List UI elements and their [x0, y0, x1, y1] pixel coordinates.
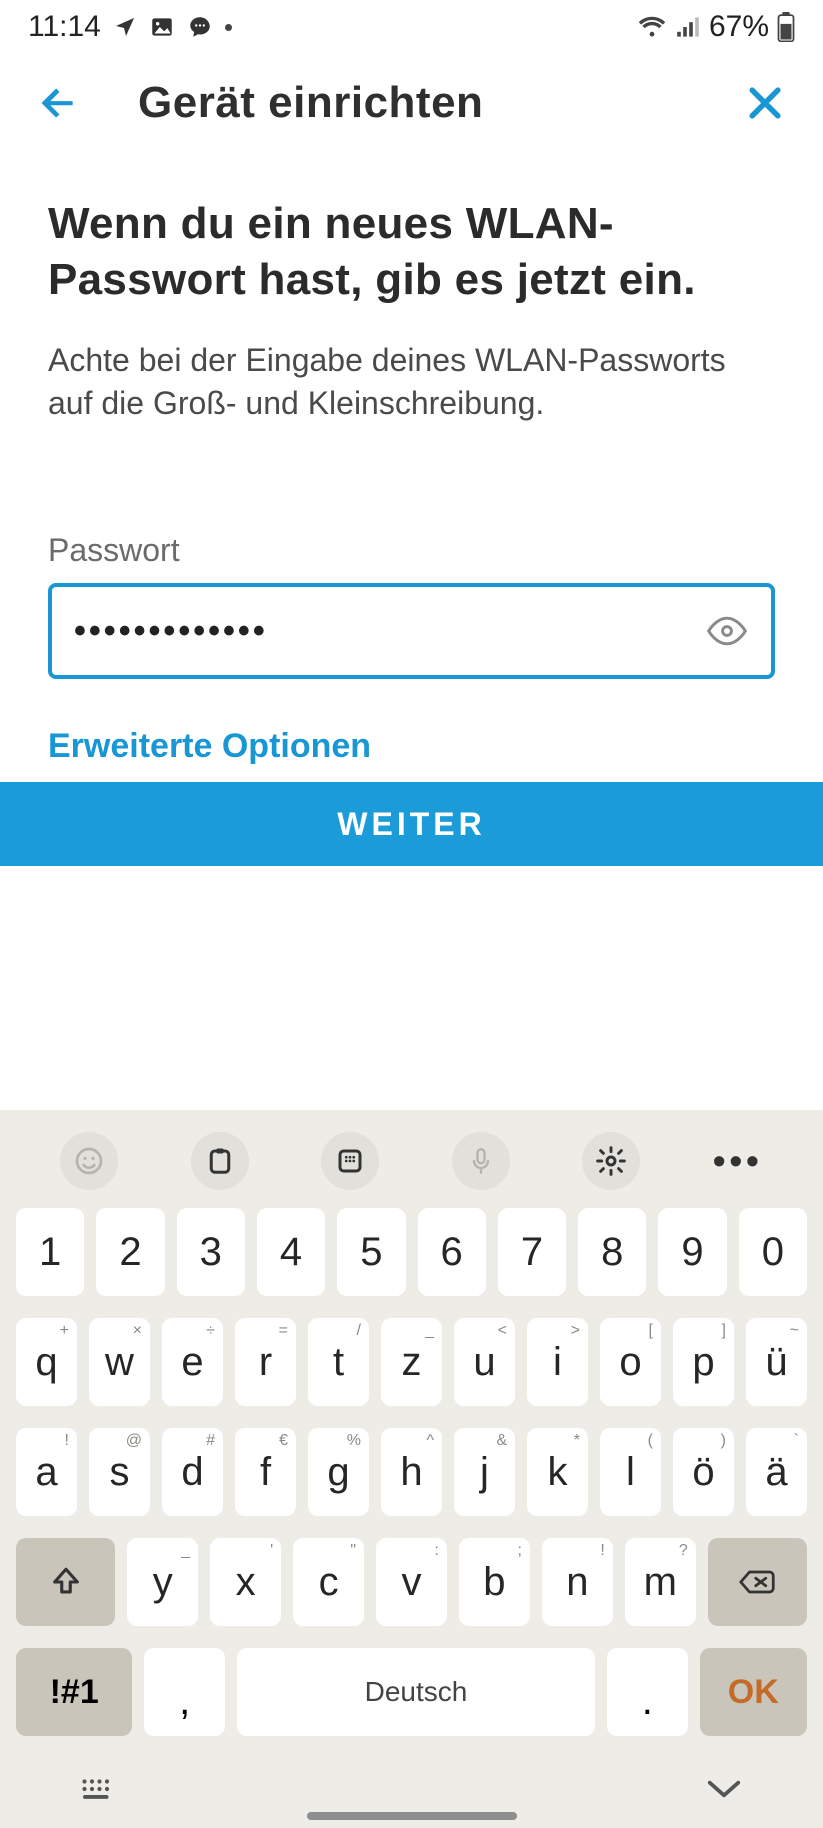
- status-left: 11:14: [28, 10, 232, 44]
- content-area: Wenn du ein neues WLAN-Passwort hast, gi…: [0, 146, 823, 766]
- symbols-key[interactable]: !#1: [16, 1648, 132, 1736]
- keyboard-toolbar: •••: [0, 1128, 823, 1208]
- notification-dot: [225, 24, 232, 31]
- key-j[interactable]: j&: [454, 1428, 515, 1516]
- key-f[interactable]: f€: [235, 1428, 296, 1516]
- key-o[interactable]: o[: [600, 1318, 661, 1406]
- key-n[interactable]: n!: [542, 1538, 613, 1626]
- key-r[interactable]: r=: [235, 1318, 296, 1406]
- key-w[interactable]: w×: [89, 1318, 150, 1406]
- key-v[interactable]: v:: [376, 1538, 447, 1626]
- key-4[interactable]: 4: [257, 1208, 325, 1296]
- status-right: 67%: [637, 10, 795, 44]
- key-p[interactable]: p]: [673, 1318, 734, 1406]
- keyboard-switch-icon[interactable]: [80, 1776, 116, 1802]
- key-ü[interactable]: ü~: [746, 1318, 807, 1406]
- space-key[interactable]: Deutsch: [237, 1648, 595, 1736]
- key-c[interactable]: c": [293, 1538, 364, 1626]
- key-6[interactable]: 6: [418, 1208, 486, 1296]
- eye-icon[interactable]: [705, 616, 749, 646]
- chat-icon: [187, 14, 213, 40]
- battery-icon: [777, 12, 795, 42]
- wifi-icon: [637, 15, 667, 39]
- key-m[interactable]: m?: [625, 1538, 696, 1626]
- emoji-icon[interactable]: [60, 1132, 118, 1190]
- key-k[interactable]: k*: [527, 1428, 588, 1516]
- key-2[interactable]: 2: [96, 1208, 164, 1296]
- location-icon: [113, 15, 137, 39]
- key-i[interactable]: i>: [527, 1318, 588, 1406]
- gear-icon[interactable]: [582, 1132, 640, 1190]
- comma-key[interactable]: ,: [144, 1648, 225, 1736]
- keypad-options-icon[interactable]: [321, 1132, 379, 1190]
- ok-key[interactable]: OK: [700, 1648, 807, 1736]
- key-u[interactable]: u<: [454, 1318, 515, 1406]
- clipboard-icon[interactable]: [191, 1132, 249, 1190]
- key-1[interactable]: 1: [16, 1208, 84, 1296]
- key-z[interactable]: z_: [381, 1318, 442, 1406]
- key-q[interactable]: q+: [16, 1318, 77, 1406]
- key-3[interactable]: 3: [177, 1208, 245, 1296]
- continue-button[interactable]: WEITER: [0, 782, 823, 866]
- backspace-key[interactable]: [708, 1538, 807, 1626]
- key-g[interactable]: g%: [308, 1428, 369, 1516]
- password-masked-value: •••••••••••••: [74, 612, 705, 651]
- key-e[interactable]: e÷: [162, 1318, 223, 1406]
- battery-text: 67%: [709, 10, 769, 44]
- key-8[interactable]: 8: [578, 1208, 646, 1296]
- status-time: 11:14: [28, 10, 101, 44]
- app-header: Gerät einrichten: [0, 50, 823, 146]
- headline: Wenn du ein neues WLAN-Passwort hast, gi…: [48, 196, 775, 309]
- key-d[interactable]: d#: [162, 1428, 223, 1516]
- key-y[interactable]: y_: [127, 1538, 198, 1626]
- chevron-down-icon[interactable]: [705, 1777, 743, 1801]
- key-0[interactable]: 0: [739, 1208, 807, 1296]
- key-7[interactable]: 7: [498, 1208, 566, 1296]
- shift-key[interactable]: [16, 1538, 115, 1626]
- key-a[interactable]: a!: [16, 1428, 77, 1516]
- more-icon[interactable]: •••: [713, 1140, 763, 1182]
- signal-icon: [675, 15, 701, 39]
- key-ö[interactable]: ö): [673, 1428, 734, 1516]
- key-t[interactable]: t/: [308, 1318, 369, 1406]
- key-9[interactable]: 9: [658, 1208, 726, 1296]
- key-5[interactable]: 5: [337, 1208, 405, 1296]
- keyboard: ••• 1234567890 q+w×e÷r=t/z_u<i>o[p]ü~ a!…: [0, 1110, 823, 1828]
- picture-icon: [149, 14, 175, 40]
- key-l[interactable]: l(: [600, 1428, 661, 1516]
- key-ä[interactable]: ä`: [746, 1428, 807, 1516]
- password-label: Passwort: [48, 532, 775, 569]
- page-title: Gerät einrichten: [138, 78, 743, 128]
- key-h[interactable]: h^: [381, 1428, 442, 1516]
- key-b[interactable]: b;: [459, 1538, 530, 1626]
- close-icon[interactable]: [743, 81, 787, 125]
- mic-icon[interactable]: [452, 1132, 510, 1190]
- key-s[interactable]: s@: [89, 1428, 150, 1516]
- password-field[interactable]: •••••••••••••: [48, 583, 775, 679]
- period-key[interactable]: .: [607, 1648, 688, 1736]
- home-indicator[interactable]: [307, 1812, 517, 1820]
- subtext: Achte bei der Eingabe deines WLAN-Passwo…: [48, 339, 775, 425]
- status-bar: 11:14 67%: [0, 0, 823, 50]
- key-x[interactable]: x': [210, 1538, 281, 1626]
- back-icon[interactable]: [36, 81, 80, 125]
- advanced-options-link[interactable]: Erweiterte Optionen: [48, 727, 775, 766]
